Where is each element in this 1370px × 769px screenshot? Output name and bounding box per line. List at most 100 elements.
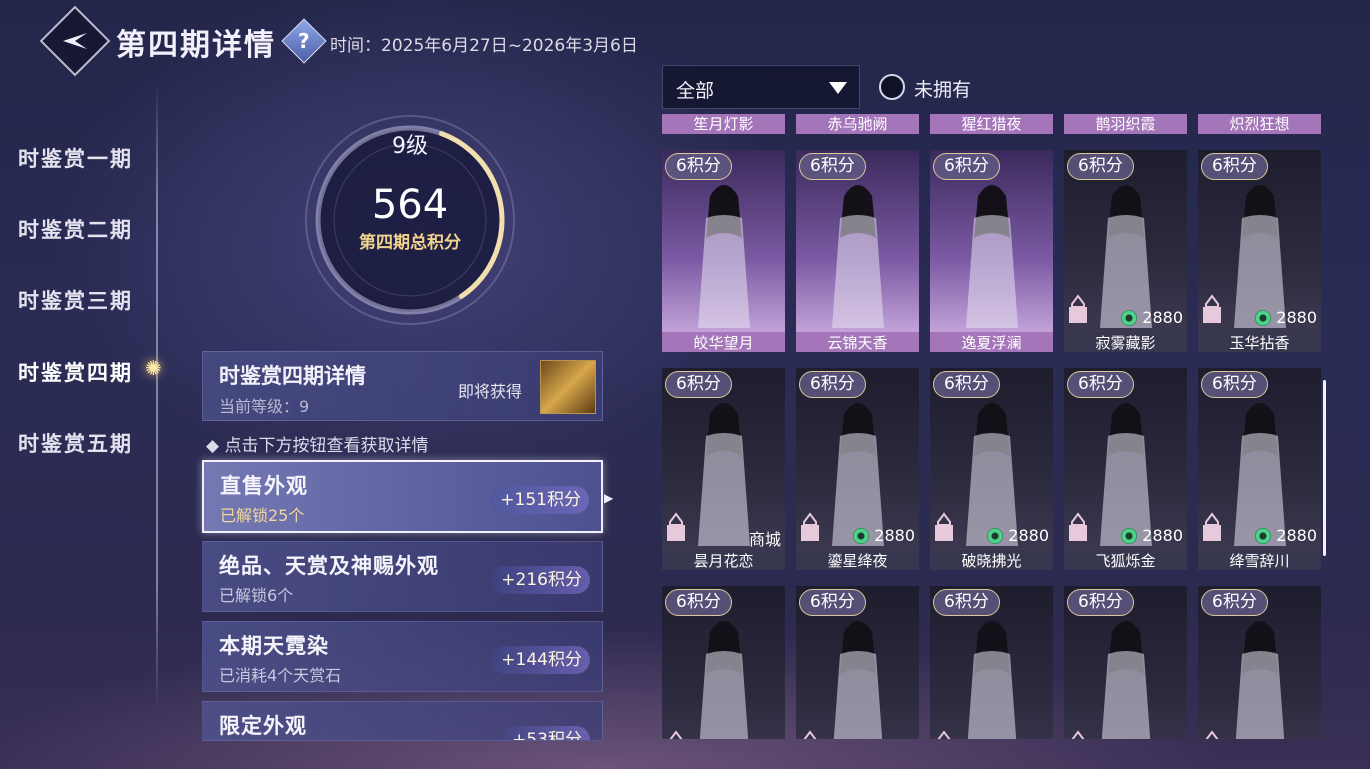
detail-title: 时鉴赏四期详情 (219, 364, 366, 388)
unowned-toggle[interactable] (879, 74, 905, 100)
jade-currency-icon (853, 527, 870, 544)
lock-icon (666, 730, 686, 739)
outfit-card[interactable]: 6积分 逸夏浮澜 (930, 150, 1053, 352)
character-figure (1086, 614, 1166, 739)
character-figure (818, 178, 898, 332)
points-badge: 6积分 (1201, 371, 1268, 398)
lock-icon (1202, 294, 1222, 328)
outfit-name-top: 猩红猎夜 (930, 114, 1053, 134)
nav-item-period-1[interactable]: 时鉴赏一期 (18, 143, 133, 173)
grid-scrollbar[interactable] (1323, 380, 1326, 556)
lock-icon (934, 512, 954, 546)
level-label: 9级 (392, 134, 428, 159)
lock-icon (800, 512, 820, 546)
points-badge: 6积分 (1067, 589, 1134, 616)
category-limited[interactable]: 限定外观 +53积分 (202, 701, 603, 741)
category-sub: 已解锁25个 (220, 506, 305, 525)
price-value: 2880 (1142, 308, 1183, 327)
nav-item-period-3[interactable]: 时鉴赏三期 (18, 285, 133, 315)
outfit-name: 云锦天香 (796, 332, 919, 352)
category-direct-sale[interactable]: 直售外观 已解锁25个 +151积分 (202, 460, 603, 533)
outfit-card[interactable]: 6积分 商城 昙月花恋 (662, 368, 785, 570)
outfit-name: 寂雾藏影 (1064, 332, 1187, 352)
lock-icon (1068, 512, 1088, 546)
points-badge: 6积分 (1067, 153, 1134, 180)
jade-currency-icon (987, 527, 1004, 544)
outfit-card[interactable]: 6积分 (796, 586, 919, 739)
points-badge: 6积分 (799, 589, 866, 616)
category-sub: 已解锁6个 (219, 586, 294, 605)
nav-divider (156, 80, 158, 710)
filter-dropdown[interactable]: 全部 (662, 65, 860, 109)
points-badge: 6积分 (933, 589, 1000, 616)
points-badge: 6积分 (1067, 371, 1134, 398)
character-figure (684, 178, 764, 332)
outfit-card[interactable]: 6积分 (930, 586, 1053, 739)
price-value: 2880 (1276, 308, 1317, 327)
nav-item-period-2[interactable]: 时鉴赏二期 (18, 214, 133, 244)
outfit-card[interactable]: 6积分 (662, 586, 785, 739)
price-value: 2880 (1008, 526, 1049, 545)
nav-item-period-5[interactable]: 时鉴赏五期 (18, 428, 133, 458)
back-button[interactable] (39, 5, 111, 77)
outfit-card[interactable]: 6积分 云锦天香 (796, 150, 919, 352)
lock-icon (934, 730, 954, 739)
outfit-name: 昙月花恋 (662, 550, 785, 570)
price: 2880 (1255, 308, 1317, 327)
outfit-name: 鎏星绛夜 (796, 550, 919, 570)
outfit-card[interactable]: 6积分 2880 寂雾藏影 (1064, 150, 1187, 352)
jade-currency-icon (1121, 309, 1138, 326)
outfit-name: 玉华拈香 (1198, 332, 1321, 352)
category-title: 限定外观 (219, 714, 307, 738)
category-dye[interactable]: 本期天霓染 已消耗4个天赏石 +144积分 (202, 621, 603, 692)
lock-icon (666, 512, 686, 546)
outfit-name: 绛雪辞川 (1198, 550, 1321, 570)
unowned-label: 未拥有 (914, 79, 972, 101)
outfit-card[interactable]: 6积分 (1198, 586, 1321, 739)
outfit-name-top: 鹊羽织霞 (1064, 114, 1187, 134)
outfit-name-top: 炽烈狂想 (1198, 114, 1321, 134)
period-detail-card[interactable]: 时鉴赏四期详情 当前等级：9 即将获得 (202, 351, 603, 421)
help-symbol: ? (298, 28, 310, 53)
category-points: +151积分 (490, 486, 589, 514)
outfit-card[interactable]: 6积分 (1064, 586, 1187, 739)
outfit-card[interactable]: 6积分 2880 绛雪辞川 (1198, 368, 1321, 570)
upcoming-reward-thumbnail[interactable] (540, 360, 596, 414)
outfit-card[interactable]: 6积分 2880 飞狐烁金 (1064, 368, 1187, 570)
dropdown-caret-icon (829, 82, 847, 94)
outfit-name: 逸夏浮澜 (930, 332, 1053, 352)
price: 2880 (853, 526, 915, 545)
help-icon[interactable]: ? (281, 18, 327, 64)
category-title: 直售外观 (220, 474, 308, 498)
outfit-name-top: 笙月灯影 (662, 114, 785, 134)
lock-icon (1202, 512, 1222, 546)
price-value: 2880 (874, 526, 915, 545)
jade-currency-icon (1255, 527, 1272, 544)
shop-label: 商城 (748, 530, 781, 549)
points-badge: 6积分 (1201, 589, 1268, 616)
points-badge: 6积分 (1201, 153, 1268, 180)
outfit-card[interactable]: 6积分 2880 玉华拈香 (1198, 150, 1321, 352)
character-figure (952, 178, 1032, 332)
lock-icon (1068, 730, 1088, 739)
points-badge: 6积分 (933, 371, 1000, 398)
price: 2880 (1255, 526, 1317, 545)
price-value: 2880 (1276, 526, 1317, 545)
category-points: +216积分 (491, 566, 590, 594)
category-premium[interactable]: 绝品、天赏及神赐外观 已解锁6个 +216积分 (202, 541, 603, 612)
level-ring: 9级 564 第四期总积分 (300, 110, 520, 330)
category-title: 绝品、天赏及神赐外观 (219, 554, 439, 578)
outfit-card[interactable]: 6积分 皎华望月 (662, 150, 785, 352)
hint-text: ◆ 点击下方按钮查看获取详情 (206, 436, 429, 456)
jade-currency-icon (1255, 309, 1272, 326)
current-level: 当前等级：9 (219, 397, 310, 416)
outfit-card[interactable]: 6积分 2880 鎏星绛夜 (796, 368, 919, 570)
lock-icon (1068, 294, 1088, 328)
lock-icon (1202, 730, 1222, 739)
selected-arrow-icon: ▶ (604, 491, 614, 505)
outfit-name: 皎华望月 (662, 332, 785, 352)
period-text: 时间：2025年6月27日~2026年3月6日 (330, 36, 638, 56)
nav-item-period-4[interactable]: 时鉴赏四期 (18, 357, 133, 387)
outfit-card[interactable]: 6积分 2880 破晓拂光 (930, 368, 1053, 570)
category-points: +144积分 (491, 646, 590, 674)
